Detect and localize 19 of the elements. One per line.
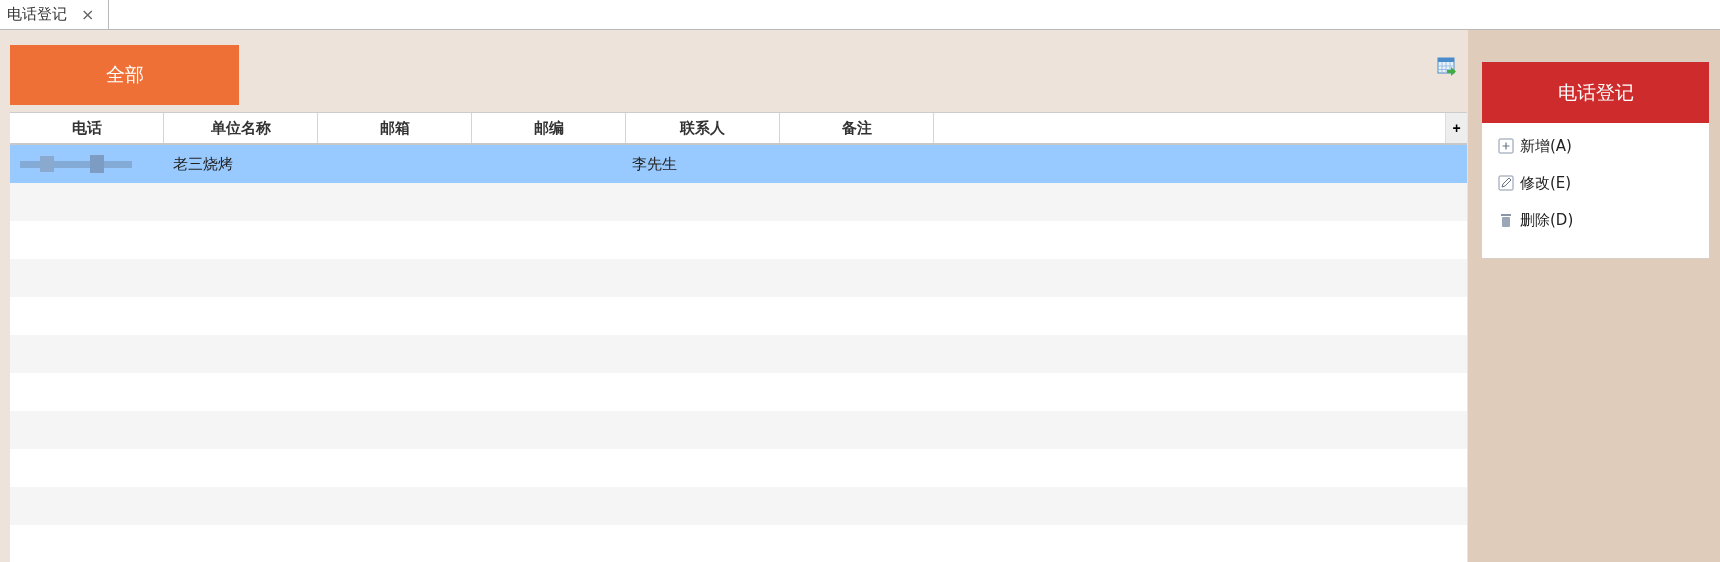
column-header[interactable]: 电话 (10, 113, 164, 143)
table-cell: 李先生 (632, 154, 677, 174)
plus-icon (1498, 138, 1514, 154)
close-icon[interactable]: × (81, 5, 95, 24)
column-header[interactable]: 邮编 (472, 113, 626, 143)
trash-icon (1498, 212, 1514, 228)
pencil-icon (1498, 175, 1514, 191)
export-table-icon[interactable] (1437, 57, 1457, 77)
column-header[interactable]: 单位名称 (164, 113, 318, 143)
table-cell: 老三烧烤 (173, 154, 233, 174)
table-row[interactable]: 老三烧烤 李先生 (10, 145, 1467, 183)
panel-title: 电话登记 (1482, 62, 1709, 123)
menu-item[interactable]: 修改(E) (1498, 172, 1693, 194)
column-header[interactable]: 邮箱 (318, 113, 472, 143)
menu-item[interactable]: 删除(D) (1498, 209, 1693, 231)
column-header[interactable]: 联系人 (626, 113, 780, 143)
column-header[interactable]: 备注 (780, 113, 934, 143)
menu-item[interactable]: 新增(A) (1498, 135, 1693, 157)
add-column-button[interactable]: + (1445, 113, 1467, 143)
